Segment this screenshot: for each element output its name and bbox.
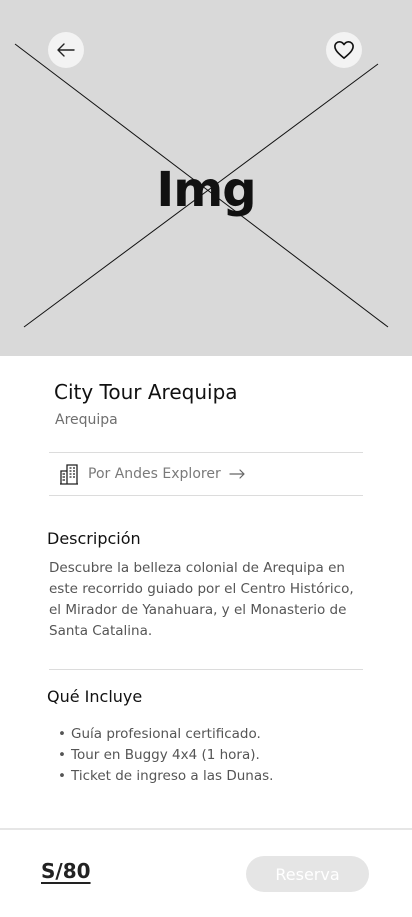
arrow-left-icon bbox=[57, 43, 75, 57]
tour-title: City Tour Arequipa bbox=[54, 380, 238, 404]
includes-list: Guía profesional certificado. Tour en Bu… bbox=[58, 724, 273, 787]
operator-link[interactable]: Por Andes Explorer bbox=[49, 452, 363, 496]
includes-heading: Qué Incluye bbox=[47, 687, 143, 706]
description-text: Descubre la belleza colonial de Arequipa… bbox=[49, 560, 354, 639]
arrow-right-icon bbox=[229, 469, 245, 479]
includes-item: Tour en Buggy 4x4 (1 hora). bbox=[58, 745, 273, 766]
operator-label: Por Andes Explorer bbox=[88, 466, 221, 482]
includes-item: Ticket de ingreso a las Dunas. bbox=[58, 766, 273, 787]
tour-location: Arequipa bbox=[55, 412, 118, 428]
includes-item: Guía profesional certificado. bbox=[58, 724, 273, 745]
building-icon bbox=[60, 464, 78, 485]
favorite-button[interactable] bbox=[326, 32, 362, 68]
price: S/80 bbox=[41, 859, 91, 883]
divider bbox=[49, 669, 363, 670]
heart-icon bbox=[334, 41, 354, 59]
booking-footer: S/80 Reserva bbox=[0, 828, 412, 917]
description-heading: Descripción bbox=[47, 529, 141, 548]
hero-image-placeholder: Img bbox=[0, 0, 412, 356]
back-button[interactable] bbox=[48, 32, 84, 68]
image-placeholder-label: Img bbox=[156, 162, 256, 218]
reserve-button[interactable]: Reserva bbox=[246, 856, 369, 892]
